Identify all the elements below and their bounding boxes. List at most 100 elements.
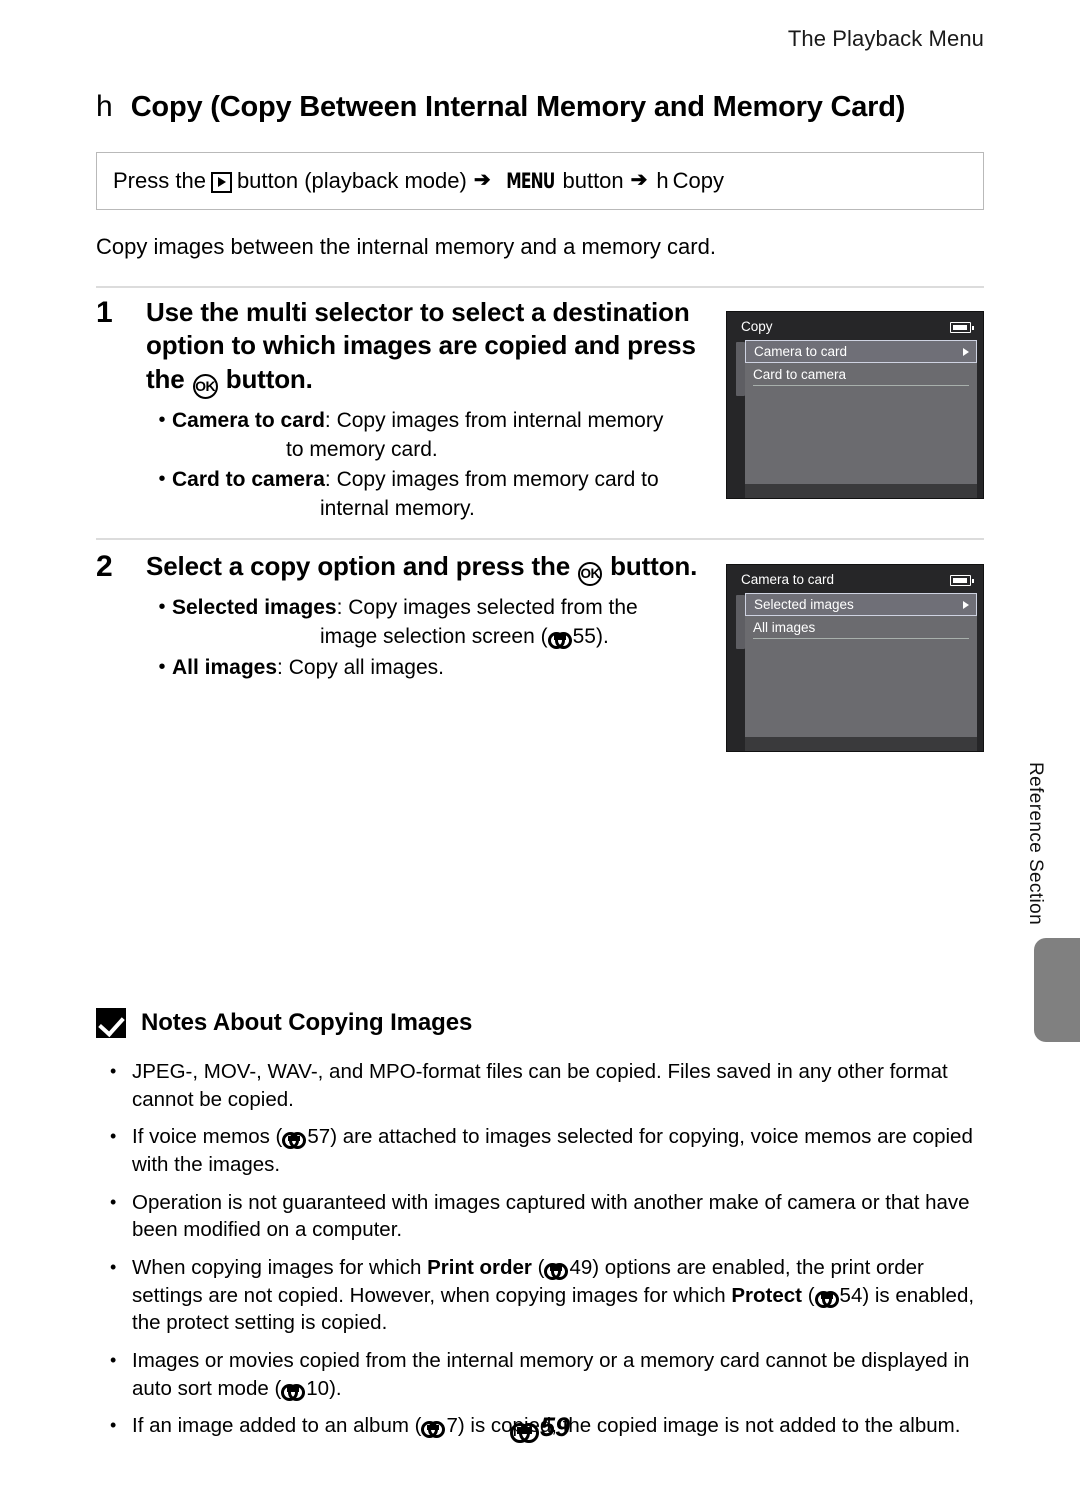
reference-section-tab [1034, 938, 1080, 1042]
screen-title: Camera to card [741, 572, 835, 587]
option-desc-cont: to memory card. [286, 437, 438, 461]
option-desc-cont: image selection screen (55). [172, 623, 746, 652]
note-item: • JPEG-, MOV-, WAV-, and MPO-format file… [96, 1058, 984, 1113]
screen-menu-list: Selected images All images [745, 593, 977, 737]
note-item: • Images or movies copied from the inter… [96, 1347, 984, 1402]
reference-section-glyph-icon [282, 1132, 307, 1150]
menu-item-camera-to-card[interactable]: Camera to card [745, 340, 977, 363]
reference-section-glyph-icon [509, 1423, 539, 1443]
bullet-icon: • [110, 1257, 117, 1278]
option-text: Camera to card: Copy images from interna… [172, 407, 746, 465]
option-sep: : [324, 468, 337, 492]
title-section-glyph: h [96, 90, 113, 123]
note-item: • If voice memos (57) are attached to im… [96, 1123, 984, 1178]
manual-page: The Playback Menu h Copy (Copy Between I… [0, 0, 1080, 1486]
menu-item-card-to-camera[interactable]: Card to camera [745, 363, 977, 385]
note-item: • When copying images for which Print or… [96, 1254, 984, 1337]
reference-page-number: 10 [306, 1376, 330, 1400]
option-text: Card to camera: Copy images from memory … [172, 466, 746, 524]
intro-paragraph: Copy images between the internal memory … [96, 234, 716, 259]
scrollbar-handle[interactable] [736, 595, 745, 649]
divider-2 [96, 538, 984, 540]
step-1-number: 1 [96, 296, 113, 329]
bullet-icon: • [158, 408, 166, 431]
menu-item-label: Selected images [754, 597, 854, 612]
option-cont-pre: image selection screen ( [320, 625, 548, 649]
path-prefix: Press the [113, 168, 206, 193]
bullet-icon: • [158, 596, 166, 619]
camera-screen-copy: Copy Camera to card Card to camera [726, 311, 984, 499]
arrow-right-icon-2: ➔ [630, 169, 648, 191]
bullet-icon: • [158, 656, 166, 679]
reference-page-number: 54 [839, 1283, 863, 1307]
menu-item-all-images[interactable]: All images [745, 616, 977, 638]
reference-section-glyph-icon [547, 632, 572, 650]
notes-list: • JPEG-, MOV-, WAV-, and MPO-format file… [96, 1058, 984, 1440]
step-2-number: 2 [96, 550, 113, 583]
screen-menu-list: Camera to card Card to camera [745, 340, 977, 484]
option-name: Card to camera [172, 468, 325, 492]
note-text: JPEG-, MOV-, WAV-, and MPO-format files … [132, 1060, 948, 1111]
menu-item-label: All images [753, 619, 816, 635]
arrow-right-icon: ➔ [473, 169, 491, 191]
ok-button-icon: OK [192, 373, 218, 399]
page-number: 59 [0, 1412, 1080, 1443]
option-item: • Selected images: Copy images selected … [146, 594, 746, 652]
screen-footer-bar [745, 737, 977, 751]
path-after-menu: button [562, 168, 624, 193]
ok-button-icon: OK [578, 562, 603, 587]
option-desc-cont: internal memory. [320, 497, 475, 521]
option-item: • Camera to card: Copy images from inter… [146, 407, 746, 465]
option-desc: Copy images from memory card to [336, 468, 659, 492]
bullet-icon: • [158, 468, 166, 491]
path-target-label: Copy [672, 168, 725, 193]
option-name: Selected images [172, 596, 337, 620]
path-after-play: button (playback mode) [236, 168, 467, 193]
check-box-icon [96, 1008, 126, 1038]
emphasis-text: Protect [731, 1283, 803, 1307]
battery-icon [950, 575, 974, 586]
menu-underline [753, 385, 969, 386]
screen-footer-bar [745, 484, 977, 498]
divider-1 [96, 286, 984, 288]
option-name: Camera to card [172, 408, 325, 432]
step-2-title-before: Select a copy option and press the [146, 551, 571, 581]
screen-title: Copy [741, 319, 773, 334]
menu-item-selected-images[interactable]: Selected images [745, 593, 977, 616]
notes-title: Notes About Copying Images [141, 1009, 473, 1036]
emphasis-text: Print order [427, 1256, 532, 1280]
reference-page-number: 49 [569, 1256, 593, 1280]
menu-path-box: Press the button (playback mode) ➔ MENU … [96, 152, 984, 210]
option-sep: : [277, 656, 289, 680]
menu-underline [753, 638, 969, 639]
option-desc: Copy all images. [288, 656, 444, 680]
step-1-title-after: button. [225, 363, 313, 394]
note-text: Images or movies copied from the interna… [132, 1349, 970, 1401]
step-2-options: • Selected images: Copy images selected … [146, 594, 746, 683]
scrollbar-handle[interactable] [736, 342, 745, 396]
reference-section-label: Reference Section [1025, 762, 1046, 926]
menu-item-label: Card to camera [753, 366, 847, 382]
option-sep: : [336, 596, 349, 620]
page-title: h Copy (Copy Between Internal Memory and… [96, 90, 984, 124]
notes-heading: Notes About Copying Images [96, 1008, 984, 1038]
bullet-icon: • [110, 1191, 117, 1212]
menu-path-line: Press the button (playback mode) ➔ MENU … [113, 168, 725, 193]
step-1-options: • Camera to card: Copy images from inter… [146, 407, 746, 525]
battery-icon [950, 322, 974, 333]
bullet-icon: • [110, 1061, 117, 1081]
notes-section: Notes About Copying Images • JPEG-, MOV-… [96, 1008, 984, 1450]
note-item: • Operation is not guaranteed with image… [96, 1189, 984, 1244]
step-1-title: Use the multi selector to select a desti… [146, 296, 706, 399]
option-desc: Copy images from internal memory [336, 408, 664, 432]
reference-section-glyph-icon [814, 1290, 839, 1308]
path-target-glyph: h [656, 168, 669, 193]
reference-page-number: 57 [307, 1125, 331, 1149]
option-desc: Copy images selected from the [348, 596, 638, 620]
reference-section-glyph-icon [544, 1263, 569, 1281]
reference-section-glyph-icon [281, 1383, 306, 1401]
step-2-title-after: button. [610, 551, 698, 581]
option-name: All images [172, 656, 278, 680]
option-cont-ref: 55 [572, 625, 596, 649]
page-number-value: 59 [539, 1412, 571, 1442]
